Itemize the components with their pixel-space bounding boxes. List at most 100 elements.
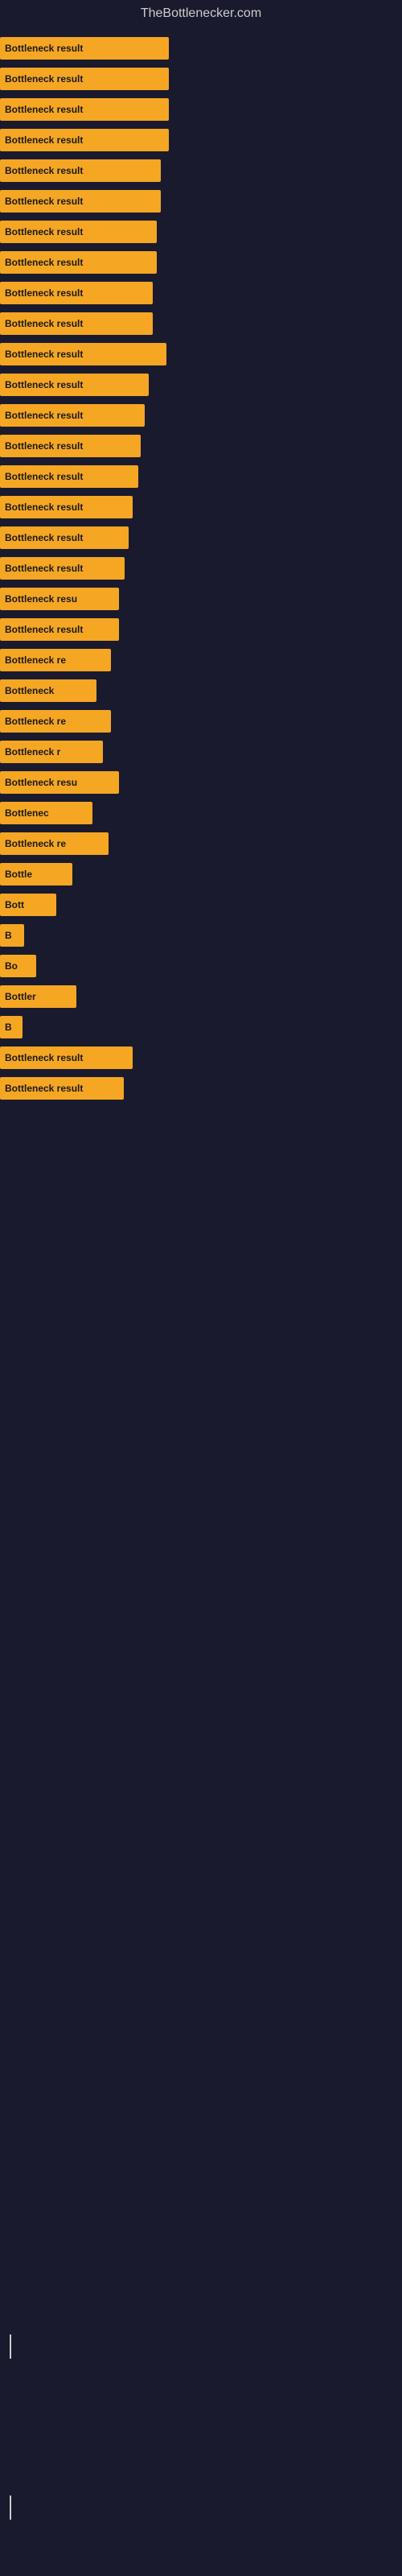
bar-row: Bottleneck result <box>0 158 402 184</box>
bar-label: Bottleneck result <box>5 379 83 390</box>
bottleneck-bar[interactable]: Bottle <box>0 863 72 886</box>
bar-label: Bottleneck result <box>5 410 83 421</box>
bar-row: Bottleneck result <box>0 617 402 642</box>
bottleneck-bar[interactable]: Bottleneck resu <box>0 771 119 794</box>
bottleneck-bar[interactable]: Bottleneck result <box>0 1077 124 1100</box>
bar-row: Bottleneck result <box>0 433 402 459</box>
bars-container: Bottleneck result Bottleneck result Bottle… <box>0 27 402 1114</box>
bar-row: Bottleneck result <box>0 1045 402 1071</box>
bottleneck-bar[interactable]: B <box>0 1016 23 1038</box>
bottleneck-bar[interactable]: Bottleneck r <box>0 741 103 763</box>
bar-label: Bottlenec <box>5 807 49 819</box>
bar-row: Bottlenec <box>0 800 402 826</box>
bar-row: Bottleneck <box>0 678 402 704</box>
bottleneck-bar[interactable]: Bottler <box>0 985 76 1008</box>
bar-label: Bottleneck result <box>5 226 83 237</box>
bar-row: B <box>0 1014 402 1040</box>
bottleneck-bar[interactable]: Bottleneck result <box>0 618 119 641</box>
bar-label: Bottleneck result <box>5 196 83 207</box>
bar-label: Bottleneck result <box>5 318 83 329</box>
bottleneck-bar[interactable]: Bo <box>0 955 36 977</box>
bar-label: Bottleneck re <box>5 838 66 849</box>
bottleneck-bar[interactable]: Bottleneck result <box>0 68 169 90</box>
bottleneck-bar[interactable]: Bottleneck result <box>0 98 169 121</box>
bar-row: Bottleneck result <box>0 372 402 398</box>
bottleneck-bar[interactable]: Bottleneck <box>0 679 96 702</box>
bar-row: Bottleneck result <box>0 127 402 153</box>
bar-row: Bottleneck result <box>0 219 402 245</box>
bar-row: Bottleneck result <box>0 66 402 92</box>
bottleneck-bar[interactable]: Bottleneck result <box>0 282 153 304</box>
cursor-line-2 <box>10 2496 11 2520</box>
bottleneck-bar[interactable]: Bottleneck result <box>0 435 141 457</box>
bar-label: Bottleneck result <box>5 563 83 574</box>
bar-row: Bottleneck result <box>0 280 402 306</box>
bottleneck-bar[interactable]: Bottleneck result <box>0 129 169 151</box>
bottleneck-bar[interactable]: Bottleneck result <box>0 312 153 335</box>
bottleneck-bar[interactable]: Bottleneck result <box>0 465 138 488</box>
bottleneck-bar[interactable]: Bottleneck result <box>0 221 157 243</box>
bar-label: Bo <box>5 960 18 972</box>
bottleneck-bar[interactable]: Bottleneck result <box>0 496 133 518</box>
bar-label: Bottleneck result <box>5 349 83 360</box>
bar-label: Bottle <box>5 869 32 880</box>
bar-row: Bottleneck resu <box>0 770 402 795</box>
bar-label: Bottleneck result <box>5 624 83 635</box>
bar-row: Bottleneck result <box>0 35 402 61</box>
bottleneck-bar[interactable]: Bottleneck resu <box>0 588 119 610</box>
bar-label: B <box>5 1022 12 1033</box>
bar-label: Bottleneck result <box>5 532 83 543</box>
bar-row: Bo <box>0 953 402 979</box>
bottleneck-bar[interactable]: Bottleneck result <box>0 251 157 274</box>
bar-label: Bottler <box>5 991 36 1002</box>
bar-row: Bottleneck re <box>0 708 402 734</box>
bar-row: Bottle <box>0 861 402 887</box>
bar-label: Bottleneck result <box>5 43 83 54</box>
bar-label: Bottleneck result <box>5 440 83 452</box>
bar-label: Bottleneck resu <box>5 777 77 788</box>
bottleneck-bar[interactable]: Bott <box>0 894 56 916</box>
bar-label: Bottleneck re <box>5 654 66 666</box>
bottleneck-bar[interactable]: Bottleneck result <box>0 374 149 396</box>
bar-row: B <box>0 923 402 948</box>
bottleneck-bar[interactable]: Bottleneck result <box>0 404 145 427</box>
bottleneck-bar[interactable]: Bottleneck result <box>0 190 161 213</box>
bar-label: Bottleneck result <box>5 502 83 513</box>
bottleneck-bar[interactable]: Bottlenec <box>0 802 92 824</box>
bar-row: Bottleneck result <box>0 311 402 336</box>
bar-row: Bottleneck re <box>0 831 402 857</box>
bar-label: Bottleneck result <box>5 1052 83 1063</box>
bar-label: Bott <box>5 899 24 910</box>
bar-label: Bottleneck r <box>5 746 60 758</box>
bar-row: Bottleneck result <box>0 341 402 367</box>
bar-label: Bottleneck result <box>5 73 83 85</box>
site-title: TheBottlenecker.com <box>0 0 402 27</box>
bottleneck-bar[interactable]: Bottleneck result <box>0 557 125 580</box>
bottleneck-bar[interactable]: Bottleneck result <box>0 159 161 182</box>
bottleneck-bar[interactable]: B <box>0 924 24 947</box>
bar-label: Bottleneck result <box>5 471 83 482</box>
bar-row: Bottleneck result <box>0 250 402 275</box>
bar-label: Bottleneck re <box>5 716 66 727</box>
bar-row: Bottleneck result <box>0 402 402 428</box>
bar-row: Bottleneck result <box>0 555 402 581</box>
bottleneck-bar[interactable]: Bottleneck result <box>0 526 129 549</box>
bottleneck-bar[interactable]: Bottleneck re <box>0 649 111 671</box>
bar-label: Bottleneck result <box>5 287 83 299</box>
bar-row: Bottleneck resu <box>0 586 402 612</box>
bottleneck-bar[interactable]: Bottleneck re <box>0 710 111 733</box>
bar-label: B <box>5 930 12 941</box>
bottleneck-bar[interactable]: Bottleneck result <box>0 343 166 365</box>
bar-label: Bottleneck result <box>5 134 83 146</box>
bottleneck-bar[interactable]: Bottleneck result <box>0 1046 133 1069</box>
bar-label: Bottleneck result <box>5 257 83 268</box>
bottleneck-bar[interactable]: Bottleneck result <box>0 37 169 60</box>
bar-row: Bottleneck result <box>0 97 402 122</box>
bar-row: Bottleneck result <box>0 494 402 520</box>
bar-row: Bott <box>0 892 402 918</box>
bar-row: Bottleneck result <box>0 525 402 551</box>
bar-row: Bottleneck r <box>0 739 402 765</box>
bottleneck-bar[interactable]: Bottleneck re <box>0 832 109 855</box>
bar-label: Bottleneck resu <box>5 593 77 605</box>
bar-label: Bottleneck result <box>5 1083 83 1094</box>
